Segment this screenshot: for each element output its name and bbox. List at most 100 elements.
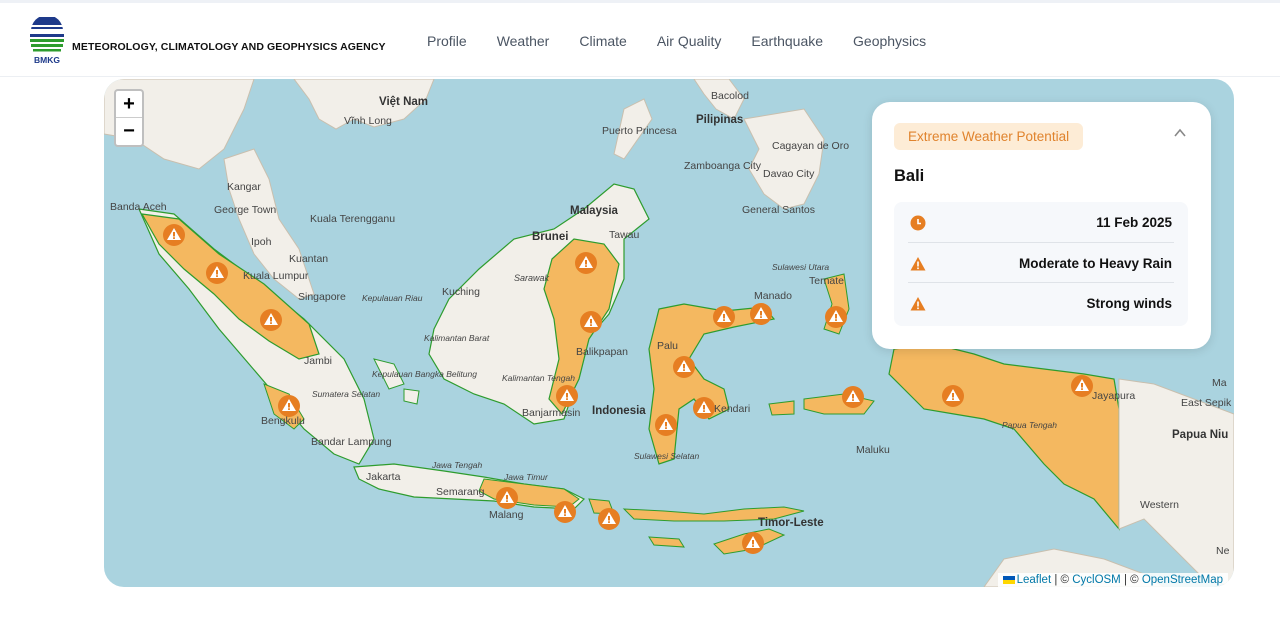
label-george-town: George Town [214, 204, 276, 216]
leaflet-link[interactable]: Leaflet [1017, 574, 1052, 586]
label-kepulauan-riau: Kepulauan Riau [362, 293, 423, 303]
warning-marker-east-kalimantan[interactable] [580, 311, 602, 333]
label-madang: Ma [1212, 377, 1227, 389]
label-papua-niu: Papua Niu [1172, 429, 1228, 441]
label-kuantan: Kuantan [289, 253, 328, 265]
zoom-in-button[interactable]: + [116, 91, 142, 118]
site-header: BMKG METEOROLOGY, CLIMATOLOGY AND GEOPHY… [0, 3, 1280, 77]
label-davao: Davao City [763, 168, 815, 180]
label-palu: Palu [657, 340, 678, 352]
map-attribution: Leaflet | © CyclOSM | © OpenStreetMap [997, 573, 1228, 587]
label-ipoh: Ipoh [251, 236, 272, 248]
cyclosm-link[interactable]: CyclOSM [1072, 574, 1121, 586]
warning-marker-south-kalimantan[interactable] [556, 385, 578, 407]
warning-marker-north-kalimantan[interactable] [575, 252, 597, 274]
philippines-land-south [743, 108, 825, 210]
label-timor-leste: Timor-Leste [758, 517, 824, 529]
warning-icon [910, 297, 926, 311]
label-tawau: Tawau [609, 229, 640, 241]
nav-air-quality[interactable]: Air Quality [642, 33, 737, 49]
label-ternate: Ternate [809, 275, 844, 287]
label-cagayan: Cagayan de Oro [772, 140, 849, 152]
logo-caption: BMKG [34, 55, 60, 65]
label-vinh-long: Vĩnh Long [344, 115, 392, 127]
label-bacolod: Bacolod [711, 90, 749, 102]
label-vietnam: Việt Nam [379, 96, 428, 108]
label-sulawesi-utara: Sulawesi Utara [772, 262, 829, 272]
label-jambi: Jambi [304, 355, 332, 367]
warning-icon [910, 256, 926, 270]
warning-marker-bengkulu[interactable] [278, 395, 300, 417]
label-bandar-lampung: Bandar Lampung [311, 436, 392, 448]
warning-marker-ternate[interactable] [825, 306, 847, 328]
label-kuala-terengganu: Kuala Terengganu [310, 213, 395, 225]
zoom-control: + − [114, 89, 144, 147]
sumba-warning-area [648, 536, 685, 548]
main-nav: Profile Weather Climate Air Quality Eart… [412, 33, 941, 49]
zoom-out-button[interactable]: − [116, 118, 142, 145]
warning-marker-bali[interactable] [554, 501, 576, 523]
ukraine-flag-icon [1002, 575, 1015, 584]
warning-marker-papua-barat[interactable] [942, 385, 964, 407]
label-pilipinas: Pilipinas [696, 114, 743, 126]
label-kuala-lumpur: Kuala Lumpur [243, 270, 309, 282]
extreme-weather-badge: Extreme Weather Potential [894, 123, 1084, 150]
warning-marker-southeast-sulawesi[interactable] [693, 397, 715, 419]
bmkg-logo-icon[interactable]: BMKG [28, 17, 66, 65]
label-kendari: Kendari [714, 403, 750, 415]
label-maluku: Maluku [856, 444, 890, 456]
openstreetmap-link[interactable]: OpenStreetMap [1142, 574, 1223, 586]
nav-weather[interactable]: Weather [482, 33, 565, 49]
agency-name: METEOROLOGY, CLIMATOLOGY AND GEOPHYSICS … [72, 41, 386, 53]
nav-earthquake[interactable]: Earthquake [736, 33, 838, 49]
label-brunei: Brunei [532, 231, 568, 243]
warning-marker-south-sulawesi[interactable] [655, 414, 677, 436]
label-manado: Manado [754, 290, 792, 302]
warning-marker-aceh[interactable] [163, 224, 185, 246]
detail-row-rain: Moderate to Heavy Rain [908, 243, 1174, 283]
warning-marker-central-sulawesi[interactable] [673, 356, 695, 378]
label-jakarta: Jakarta [366, 471, 401, 483]
warning-marker-kupang[interactable] [742, 532, 764, 554]
label-puerto-princesa: Puerto Princesa [602, 125, 677, 137]
sulawesi-warning-area [648, 303, 776, 465]
detail-date: 11 Feb 2025 [1096, 215, 1172, 230]
label-new: Ne [1216, 545, 1230, 557]
warning-marker-jayapura[interactable] [1071, 375, 1093, 397]
label-jawa-timur: Jawa Timur [503, 472, 549, 482]
borneo-land [428, 183, 650, 425]
label-jawa-tengah: Jawa Tengah [431, 460, 483, 470]
nav-profile[interactable]: Profile [412, 33, 482, 49]
label-bengkulu: Bengkulu [261, 415, 305, 427]
detail-row-wind: Strong winds [908, 283, 1174, 324]
nav-climate[interactable]: Climate [564, 33, 641, 49]
warning-marker-maluku[interactable] [842, 386, 864, 408]
label-banjarmasin: Banjarmasin [522, 407, 581, 419]
label-semarang: Semarang [436, 486, 485, 498]
warning-marker-east-java[interactable] [496, 487, 518, 509]
belitung-land [403, 388, 420, 405]
warning-marker-north-sulawesi[interactable] [750, 303, 772, 325]
warning-marker-riau[interactable] [260, 309, 282, 331]
detail-rain: Moderate to Heavy Rain [1018, 255, 1172, 271]
label-sulawesi-selatan: Sulawesi Selatan [634, 451, 699, 461]
warning-marker-gorontalo[interactable] [713, 306, 735, 328]
label-malaysia: Malaysia [570, 205, 619, 217]
label-zamboanga: Zamboanga City [684, 160, 762, 172]
label-general-santos: General Santos [742, 204, 815, 216]
warning-marker-north-sumatra[interactable] [206, 262, 228, 284]
nav-geophysics[interactable]: Geophysics [838, 33, 941, 49]
region-name: Bali [894, 167, 925, 185]
papua-warning-area [888, 343, 1120, 531]
label-singapore: Singapore [298, 291, 346, 303]
label-east-sepik: East Sepik [1181, 397, 1232, 409]
label-kangar: Kangar [227, 181, 261, 193]
label-banda-aceh: Banda Aceh [110, 201, 167, 213]
weather-details-box: 11 Feb 2025 Moderate to Heavy Rain Stron… [894, 202, 1188, 326]
warning-marker-lombok[interactable] [598, 508, 620, 530]
label-kepulauan-bangka: Kepulauan Bangka Belitung [372, 369, 477, 379]
chevron-up-icon[interactable] [1173, 126, 1187, 140]
clock-icon [910, 215, 926, 231]
attribution-separator: | © [1051, 574, 1073, 586]
label-kalimantan-tengah: Kalimantan Tengah [502, 373, 575, 383]
